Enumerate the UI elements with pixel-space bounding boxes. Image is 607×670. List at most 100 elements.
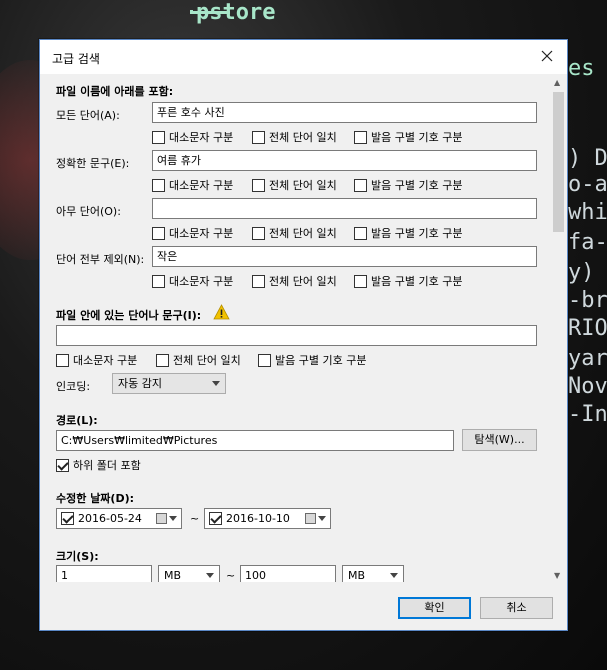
any-words-input[interactable] (152, 198, 537, 219)
scroll-thumb[interactable] (553, 92, 564, 232)
background-terminal-line: -In (568, 402, 607, 427)
checkbox-box (152, 274, 165, 288)
cancel-button[interactable]: 취소 (480, 597, 553, 619)
checkbox-label: 대소문자 구분 (169, 275, 234, 288)
checkbox-label: 하위 폴더 포함 (73, 459, 141, 472)
checkbox-label: 발음 구별 기호 구분 (371, 131, 463, 144)
size-to-unit-select[interactable]: MB (342, 565, 404, 582)
checkbox-box (152, 226, 165, 240)
checkbox-label: 발음 구별 기호 구분 (275, 354, 367, 367)
content-search-input[interactable] (56, 325, 537, 346)
checkbox-box (56, 458, 69, 472)
checkbox-label: 대소문자 구분 (169, 227, 234, 240)
encoding-select[interactable]: 자동 감지 (112, 373, 226, 394)
all-words-diacritic-checkbox[interactable]: 발음 구별 기호 구분 (354, 129, 462, 145)
background-terminal-line: RIO (568, 316, 607, 341)
checkbox-label: 발음 구별 기호 구분 (371, 275, 463, 288)
size-from-unit-select[interactable]: MB (158, 565, 220, 582)
checkbox-label: 발음 구별 기호 구분 (371, 179, 463, 192)
checkbox-label: 전체 단어 일치 (269, 131, 337, 144)
chevron-down-icon (318, 516, 326, 521)
section-content-title: 파일 안에 있는 단어나 문구(I): (56, 309, 202, 322)
content-diacritic-checkbox[interactable]: 발음 구별 기호 구분 (258, 352, 366, 368)
scroll-down-icon[interactable]: ▼ (554, 571, 560, 580)
date-to-picker[interactable]: 2016-10-10 (204, 508, 331, 529)
exclude-whole-checkbox[interactable]: 전체 단어 일치 (252, 273, 337, 289)
exclude-diacritic-checkbox[interactable]: 발음 구별 기호 구분 (354, 273, 462, 289)
content-whole-checkbox[interactable]: 전체 단어 일치 (156, 352, 241, 368)
exact-phrase-case-checkbox[interactable]: 대소문자 구분 (152, 177, 233, 193)
date-to-checkbox[interactable] (209, 512, 222, 525)
background-terminal-line: Nov (568, 374, 607, 399)
exact-phrase-label: 정확한 문구(E): (56, 157, 130, 170)
checkbox-box (252, 274, 265, 288)
background-terminal-line: ) D (568, 146, 607, 171)
background-terminal-line: yar (568, 346, 607, 371)
chevron-down-icon (169, 516, 177, 521)
checkbox-box (252, 130, 265, 144)
date-from-checkbox[interactable] (61, 512, 74, 525)
checkbox-label: 전체 단어 일치 (269, 275, 337, 288)
size-from-unit-value: MB (164, 569, 182, 582)
include-subfolders-checkbox[interactable]: 하위 폴더 포함 (56, 457, 141, 473)
checkbox-box (354, 226, 367, 240)
checkbox-label: 전체 단어 일치 (173, 354, 241, 367)
size-to-unit-value: MB (348, 569, 366, 582)
checkbox-box (156, 353, 169, 367)
background-terminal-line: o-a (568, 172, 607, 197)
vertical-scrollbar[interactable]: ▲ ▼ (550, 74, 567, 582)
scroll-up-icon[interactable]: ▲ (554, 78, 560, 87)
dialog-content: 파일 이름에 아래를 포함: 모든 단어(A): 푸른 호수 사진 대소문자 구… (40, 74, 550, 582)
exclude-case-checkbox[interactable]: 대소문자 구분 (152, 273, 233, 289)
any-words-diacritic-checkbox[interactable]: 발음 구별 기호 구분 (354, 225, 462, 241)
any-words-label: 아무 단어(O): (56, 205, 121, 218)
section-date-title: 수정한 날짜(D): (56, 492, 135, 505)
ok-button[interactable]: 확인 (398, 597, 471, 619)
background-terminal-line: y) (568, 260, 595, 285)
close-icon[interactable] (537, 46, 557, 66)
chevron-down-icon (212, 381, 220, 386)
checkbox-label: 대소문자 구분 (169, 131, 234, 144)
all-words-label: 모든 단어(A): (56, 109, 120, 122)
exclude-words-label: 단어 전부 제외(N): (56, 253, 145, 266)
title-bar: 고급 검색 (40, 40, 567, 74)
encoding-value: 자동 감지 (118, 377, 162, 390)
date-from-value: 2016-05-24 (78, 512, 142, 525)
size-range-separator: ~ (226, 569, 236, 582)
checkbox-box (252, 178, 265, 192)
checkbox-label: 전체 단어 일치 (269, 179, 337, 192)
calendar-icon (305, 513, 316, 524)
advanced-search-dialog: 고급 검색 파일 이름에 아래를 포함: 모든 단어(A): 푸른 호수 사진 … (39, 39, 568, 631)
dialog-footer: 확인 취소 (40, 582, 567, 630)
exact-phrase-whole-checkbox[interactable]: 전체 단어 일치 (252, 177, 337, 193)
exact-phrase-diacritic-checkbox[interactable]: 발음 구별 기호 구분 (354, 177, 462, 193)
any-words-whole-checkbox[interactable]: 전체 단어 일치 (252, 225, 337, 241)
chevron-down-icon (206, 573, 214, 578)
warning-icon (213, 304, 230, 320)
date-range-separator: ~ (190, 512, 200, 525)
all-words-whole-checkbox[interactable]: 전체 단어 일치 (252, 129, 337, 145)
exact-phrase-input[interactable]: 여름 휴가 (152, 150, 537, 171)
size-from-input[interactable]: 1 (56, 565, 152, 582)
background-terminal-line: es (568, 56, 595, 81)
background-cursor-mark (190, 10, 230, 14)
checkbox-box (354, 130, 367, 144)
checkbox-label: 발음 구별 기호 구분 (371, 227, 463, 240)
checkbox-box (258, 353, 271, 367)
content-case-checkbox[interactable]: 대소문자 구분 (56, 352, 137, 368)
background-terminal-line: -br (568, 288, 607, 313)
dialog-title: 고급 검색 (52, 52, 100, 66)
date-from-picker[interactable]: 2016-05-24 (56, 508, 182, 529)
all-words-case-checkbox[interactable]: 대소문자 구분 (152, 129, 233, 145)
size-to-input[interactable]: 100 (240, 565, 336, 582)
section-include-title: 파일 이름에 아래를 포함: (56, 85, 174, 98)
exclude-words-input[interactable]: 작은 (152, 246, 537, 267)
browse-button[interactable]: 탐색(W)... (462, 429, 537, 451)
any-words-case-checkbox[interactable]: 대소문자 구분 (152, 225, 233, 241)
all-words-input[interactable]: 푸른 호수 사진 (152, 102, 537, 123)
chevron-down-icon (390, 573, 398, 578)
path-input[interactable]: C:₩Users₩limited₩Pictures (56, 430, 454, 451)
encoding-label: 인코딩: (56, 380, 91, 393)
checkbox-label: 대소문자 구분 (169, 179, 234, 192)
checkbox-box (56, 353, 69, 367)
